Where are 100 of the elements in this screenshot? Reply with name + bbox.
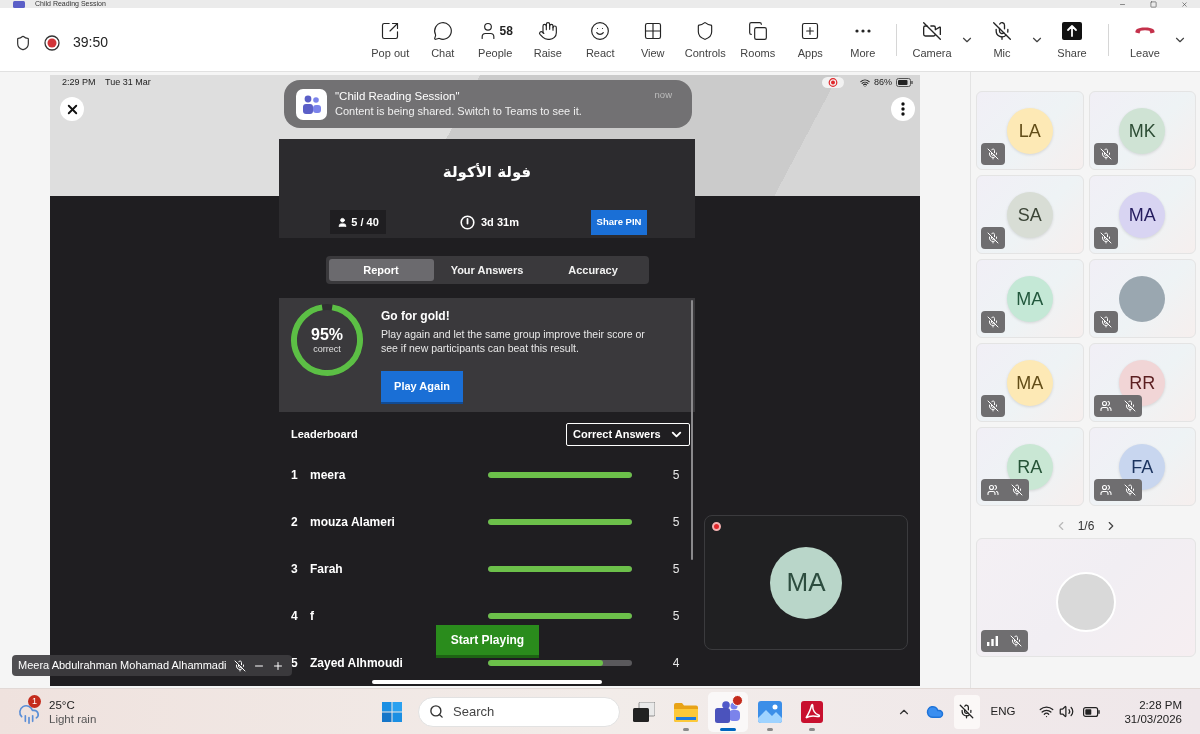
rank-number: 3 <box>291 560 299 578</box>
quiz-title: فولة الأكولة <box>442 162 532 183</box>
photo-placeholder <box>1119 276 1166 322</box>
toolbar-label: Share <box>1057 46 1087 60</box>
avatar: MA <box>1119 192 1166 238</box>
toolbar-button[interactable]: Pop out <box>364 12 417 67</box>
toolbar-button[interactable]: Rooms <box>731 12 784 67</box>
toolbar-button[interactable]: Camera <box>904 12 960 67</box>
app-icon <box>296 88 327 120</box>
smiley-icon <box>590 20 611 41</box>
folder-icon <box>674 701 698 722</box>
people-icon <box>1099 484 1112 496</box>
start-playing-button[interactable]: Start Playing <box>436 625 539 658</box>
toolbar-label: React <box>585 46 615 60</box>
rank-number: 1 <box>291 466 299 484</box>
clock-time[interactable]: 2:28 PM <box>1139 697 1182 712</box>
grid-icon <box>642 20 663 41</box>
notification-time: now <box>654 88 672 102</box>
toolbar-label: Pop out <box>371 46 410 60</box>
taskbar-app[interactable] <box>708 691 748 732</box>
toolbar-label: Controls <box>684 46 726 60</box>
wifi-icon[interactable] <box>1039 704 1055 719</box>
score-number: 5 <box>671 607 681 625</box>
toolbar-button[interactable]: Chat <box>416 12 469 67</box>
mic-off-icon <box>1010 635 1022 647</box>
windows-start-icon[interactable] <box>382 701 402 722</box>
toolbar-label: Chat <box>431 46 455 60</box>
popout-icon <box>380 20 401 41</box>
signal-icon <box>987 636 998 646</box>
hang-up-icon <box>1134 27 1156 34</box>
toolbar-button[interactable]: React <box>574 12 627 67</box>
toolbar-button[interactable]: Raise <box>521 12 574 67</box>
avatar: MK <box>1119 108 1166 154</box>
rank-number: 2 <box>291 513 299 531</box>
close-button[interactable] <box>60 97 84 121</box>
report-text: Play again and let the same group improve their score or see if new participants can beat this result. <box>381 327 646 355</box>
people-icon <box>987 484 999 496</box>
avatar: MA <box>1006 276 1053 322</box>
toolbar-label: Raise <box>533 46 562 60</box>
maximize-icon[interactable] <box>1150 0 1157 8</box>
leave-button[interactable]: Leave <box>1117 12 1173 67</box>
battery-icon[interactable] <box>1083 706 1101 717</box>
players-count: 5 / 40 <box>351 214 379 230</box>
toolbar-button[interactable]: Mic <box>974 12 1030 67</box>
share-pin-button[interactable]: Share PIN <box>591 209 647 235</box>
player-name: f <box>310 607 315 625</box>
mic-off-icon <box>987 316 999 328</box>
toolbar-button[interactable]: Controls <box>679 12 732 67</box>
page-indicator: 1/6 <box>1077 518 1095 535</box>
toolbar-button[interactable]: Share <box>1044 12 1100 67</box>
dropdown-value: Correct Answers <box>573 427 661 443</box>
running-indicator <box>767 727 773 731</box>
close-icon[interactable] <box>1181 0 1188 8</box>
score-number: 5 <box>671 466 681 484</box>
avatar: MA <box>770 546 842 619</box>
rank-number: 4 <box>291 607 299 625</box>
wifi-icon <box>860 77 870 88</box>
app-icon <box>13 0 25 8</box>
toolbar-button[interactable]: Apps <box>784 12 837 67</box>
search-field[interactable]: Search <box>418 696 620 727</box>
more-icon <box>901 102 905 116</box>
tab[interactable]: Report <box>328 259 434 281</box>
notification-badge: 1 <box>28 694 41 708</box>
language-indicator[interactable]: ENG <box>990 702 1016 721</box>
mic-off-icon <box>959 704 974 719</box>
mic-muted-button[interactable] <box>953 694 980 729</box>
task-view-icon <box>633 701 655 722</box>
report-heading: Go for gold! <box>381 309 450 323</box>
tab[interactable]: Accuracy <box>540 259 646 281</box>
player-name: Zayed Alhmoudi <box>310 654 404 672</box>
volume-icon[interactable] <box>1059 704 1075 719</box>
toolbar-label: Camera <box>912 46 952 60</box>
mic-off-icon <box>1011 484 1023 496</box>
play-again-button[interactable]: Play Again <box>381 371 463 402</box>
running-indicator <box>683 727 689 731</box>
plus-icon[interactable] <box>271 659 284 672</box>
more-button[interactable] <box>891 97 915 121</box>
tab[interactable]: Your Answers <box>434 259 540 281</box>
battery-percent: 86% <box>874 76 892 89</box>
presenter-name: Meera Abdulrahman Mohamad Alhammadi <box>18 658 227 674</box>
more-icon <box>854 28 871 33</box>
score-number: 5 <box>671 513 681 531</box>
avatar: MA <box>1006 360 1053 406</box>
avatar: LA <box>1006 108 1053 154</box>
sort-dropdown[interactable]: Correct Answers <box>566 423 690 446</box>
picture-icon <box>758 700 782 723</box>
toolbar-button[interactable]: More <box>836 12 889 67</box>
share-icon <box>1062 21 1082 40</box>
toolbar-button[interactable]: 58 People <box>469 12 522 67</box>
chat-icon <box>432 20 453 41</box>
plus-square-icon <box>800 20 821 41</box>
toolbar-label: Apps <box>797 46 823 60</box>
mic-off-icon <box>1123 484 1136 496</box>
toolbar-label: People <box>478 46 513 60</box>
notification-title: "Child Reading Session" <box>335 89 461 104</box>
toolbar-button[interactable]: View <box>626 12 679 67</box>
clock-date[interactable]: 31/03/2026 <box>1124 711 1182 726</box>
pdf-icon <box>801 700 823 723</box>
running-indicator <box>720 727 736 731</box>
mic-off-icon <box>1099 232 1112 244</box>
